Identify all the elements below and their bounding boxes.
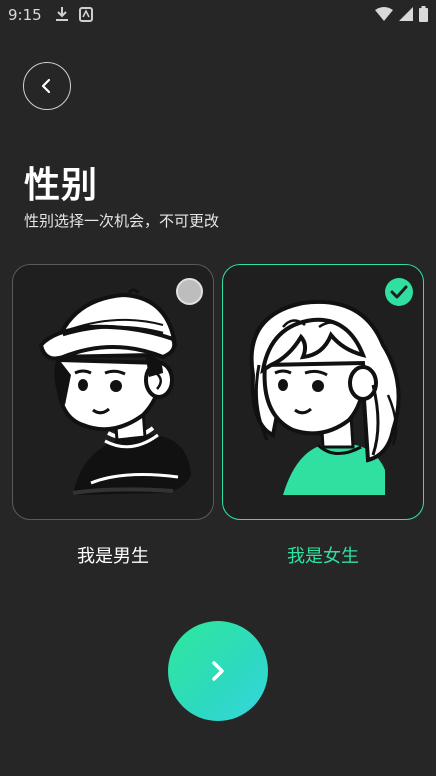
page-subtitle: 性别选择一次机会，不可更改 [24, 212, 220, 230]
signal-icon [399, 7, 413, 21]
status-icons-left [55, 6, 93, 22]
checkmark-icon [390, 285, 408, 299]
wifi-icon [375, 7, 393, 21]
male-radio-unchecked-icon[interactable] [176, 278, 203, 305]
next-button[interactable] [168, 621, 268, 721]
female-option-label[interactable]: 我是女生 [222, 542, 424, 568]
battery-icon [419, 6, 428, 22]
status-icons-right [375, 6, 428, 22]
status-time: 9:15 [8, 6, 42, 24]
status-bar: 9:15 [0, 0, 436, 30]
female-radio-checked-icon[interactable] [385, 278, 413, 306]
female-option-card[interactable] [222, 264, 424, 520]
app-notification-icon [79, 7, 93, 22]
chevron-left-icon [41, 78, 51, 94]
download-icon [56, 7, 68, 21]
page-title: 性别 [24, 165, 99, 206]
chevron-right-icon [212, 661, 224, 681]
male-option-label[interactable]: 我是男生 [12, 542, 214, 568]
male-option-card[interactable] [12, 264, 214, 520]
back-button[interactable] [23, 62, 71, 110]
